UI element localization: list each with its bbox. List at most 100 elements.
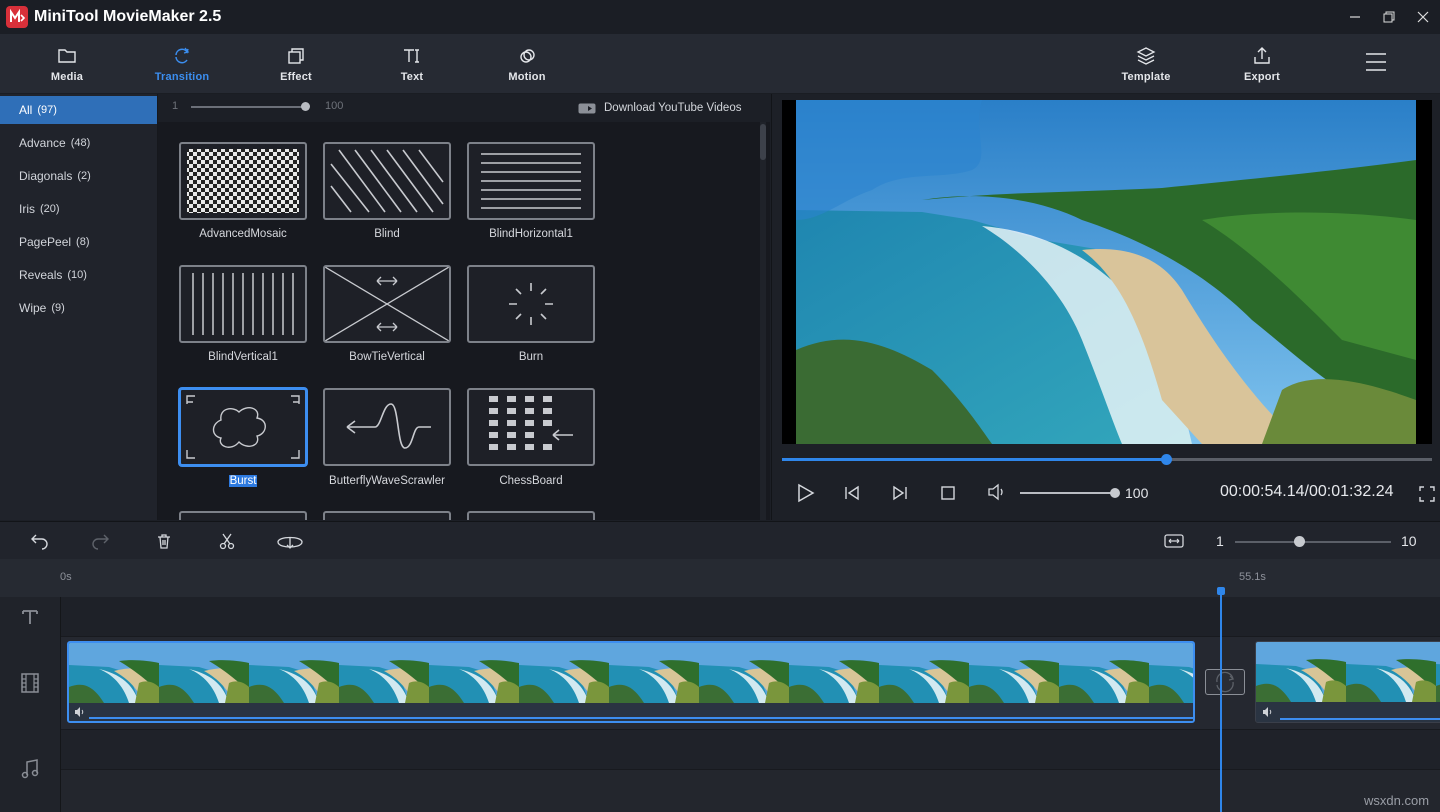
stop-button[interactable]	[940, 485, 956, 501]
transition-tab-label: Transition	[155, 71, 210, 83]
export-icon	[1252, 46, 1272, 66]
category-count: (2)	[77, 170, 90, 182]
category-pagepeel[interactable]: PagePeel(8)	[0, 228, 157, 256]
category-wipe[interactable]: Wipe(9)	[0, 294, 157, 322]
text-icon	[402, 46, 422, 66]
chessboard-icon	[469, 390, 593, 464]
transition-bowtievertical[interactable]	[323, 265, 451, 343]
transition-blindvertical1[interactable]	[179, 265, 307, 343]
clip-volume-icon[interactable]	[74, 706, 86, 718]
category-count: (97)	[37, 104, 57, 116]
gallery-scrollbar-thumb[interactable]	[760, 124, 766, 160]
clip-volume-icon[interactable]	[1262, 706, 1274, 718]
clip-thumbnails	[69, 643, 1193, 703]
transition-marker[interactable]	[1205, 669, 1245, 695]
tile-label: ButterflyWaveScrawler	[307, 475, 467, 487]
transition-tile-partial[interactable]	[467, 511, 595, 520]
watermark: wsxdn.com	[1364, 793, 1429, 808]
music-track-lower[interactable]	[61, 769, 1440, 812]
transition-tile-partial[interactable]	[323, 511, 451, 520]
thumbnail-size-slider[interactable]	[191, 106, 306, 108]
playhead-handle[interactable]	[1217, 587, 1225, 595]
volume-slider-handle[interactable]	[1110, 488, 1120, 498]
transition-category-sidebar: All(97) Advance(48) Diagonals(2) Iris(20…	[0, 94, 158, 520]
clip-thumbnail	[1149, 643, 1195, 703]
template-button[interactable]: Template	[1101, 34, 1191, 94]
undo-button[interactable]	[27, 530, 51, 552]
export-button-label: Export	[1244, 71, 1280, 83]
video-clip-1[interactable]	[67, 641, 1195, 723]
effect-tab[interactable]: Effect	[251, 34, 341, 94]
vertical-lines-icon	[181, 267, 305, 341]
music-track[interactable]	[61, 729, 1440, 769]
close-button[interactable]	[1409, 6, 1437, 28]
category-iris[interactable]: Iris(20)	[0, 195, 157, 223]
minimize-button[interactable]	[1341, 6, 1369, 28]
media-tab[interactable]: Media	[22, 34, 112, 94]
download-youtube-label: Download YouTube Videos	[604, 102, 741, 114]
restore-button[interactable]	[1375, 6, 1403, 28]
text-track[interactable]	[61, 597, 1440, 637]
transition-tab[interactable]: Transition	[137, 34, 227, 94]
volume-icon[interactable]	[986, 482, 1006, 502]
motion-tab[interactable]: Motion	[482, 34, 572, 94]
gallery-scrollbar[interactable]	[760, 122, 766, 520]
folder-icon	[57, 46, 77, 66]
gallery-header: 1 100 Download YouTube Videos	[158, 94, 770, 122]
category-diagonals[interactable]: Diagonals(2)	[0, 162, 157, 190]
menu-hamburger-icon[interactable]	[1364, 52, 1388, 72]
category-advance[interactable]: Advance(48)	[0, 129, 157, 157]
tile-label: Burn	[451, 351, 611, 363]
redo-button[interactable]	[89, 530, 113, 552]
fullscreen-icon[interactable]	[1419, 486, 1435, 502]
text-tab[interactable]: Text	[367, 34, 457, 94]
category-reveals[interactable]: Reveals(10)	[0, 261, 157, 289]
media-tab-label: Media	[51, 71, 83, 83]
clip-thumbnail	[789, 643, 879, 703]
zoom-slider-handle[interactable]	[1294, 536, 1305, 547]
motion-icon	[517, 46, 537, 66]
export-button[interactable]: Export	[1217, 34, 1307, 94]
burn-rays-icon	[469, 267, 593, 341]
video-frame-image	[782, 100, 1432, 444]
fit-timeline-button[interactable]	[1162, 530, 1186, 552]
scissors-icon	[218, 532, 236, 550]
crop-button[interactable]	[276, 530, 304, 552]
category-label: Advance	[19, 136, 66, 150]
transition-burst[interactable]	[179, 388, 307, 466]
transition-blind[interactable]	[323, 142, 451, 220]
transition-tile-partial[interactable]	[179, 511, 307, 520]
fit-width-icon	[1164, 533, 1184, 549]
playback-progress-handle[interactable]	[1161, 454, 1172, 465]
clip-thumbnail	[69, 643, 159, 703]
effect-icon	[286, 46, 306, 66]
thumbnail-size-slider-handle[interactable]	[301, 102, 310, 111]
transition-butterflywavescrawler[interactable]	[323, 388, 451, 466]
delete-button[interactable]	[152, 530, 176, 552]
video-camera-icon	[578, 102, 597, 115]
clip-thumbnail	[1059, 643, 1149, 703]
preview-panel: 100 00:00:54.14/00:01:32.24	[771, 94, 1440, 520]
playback-progress-fill	[782, 458, 1166, 461]
download-youtube-button[interactable]: Download YouTube Videos	[578, 100, 741, 116]
transition-advancedmosaic[interactable]	[179, 142, 307, 220]
previous-frame-button[interactable]	[842, 484, 862, 502]
title-bar: MiniTool MovieMaker 2.5	[0, 0, 1440, 34]
transition-chessboard[interactable]	[467, 388, 595, 466]
clip-thumbnail	[159, 643, 249, 703]
clip-audio-line	[89, 717, 1193, 719]
effect-tab-label: Effect	[280, 71, 312, 83]
zoom-slider[interactable]	[1235, 541, 1391, 543]
play-button[interactable]	[794, 482, 816, 504]
category-count: (10)	[67, 269, 87, 281]
transition-burn[interactable]	[467, 265, 595, 343]
video-clip-2[interactable]	[1255, 641, 1440, 723]
next-frame-button[interactable]	[890, 484, 910, 502]
transition-blindhorizontal1[interactable]	[467, 142, 595, 220]
video-preview[interactable]	[782, 100, 1432, 444]
category-all[interactable]: All(97)	[0, 96, 157, 124]
split-button[interactable]	[215, 530, 239, 552]
template-button-label: Template	[1121, 71, 1170, 83]
playhead[interactable]	[1220, 593, 1222, 812]
mosaic-pattern-icon	[181, 144, 305, 218]
